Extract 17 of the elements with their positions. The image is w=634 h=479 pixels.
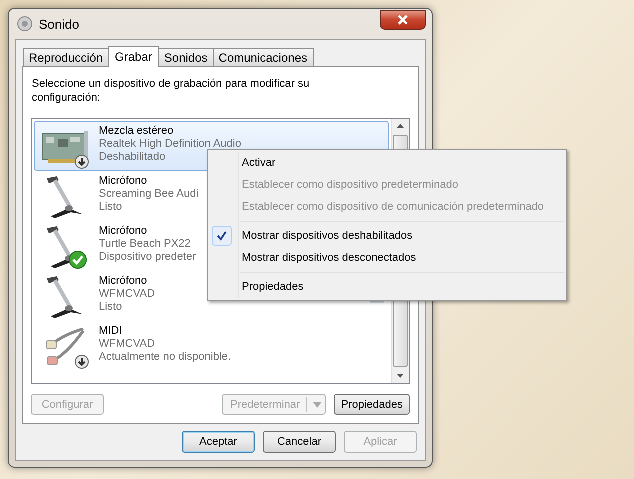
device-status: Actualmente no disponible. — [99, 351, 232, 364]
device-driver: Screaming Bee Audi — [99, 188, 199, 201]
device-driver: Realtek High Definition Audio — [99, 138, 242, 151]
device-name: Micrófono — [99, 175, 148, 188]
device-status: Deshabilitado — [99, 151, 167, 164]
device-status: Listo — [99, 201, 124, 214]
device-name: MIDI — [99, 325, 124, 338]
device-name: Micrófono — [99, 275, 148, 288]
device-status: Dispositivo predeter — [99, 251, 196, 264]
window-title: Sonido — [39, 16, 80, 32]
device-driver: Turtle Beach PX22 — [99, 238, 192, 251]
device-driver: WFMCVAD — [99, 338, 156, 351]
device-name: Micrófono — [99, 225, 148, 238]
device-name: Mezcla estéreo — [99, 125, 175, 138]
instruction-text: Seleccione un dispositivo de grabación para modificar su configuración: — [31, 77, 311, 105]
device-status: Listo — [99, 301, 124, 314]
device-driver: WFMCVAD — [99, 288, 156, 301]
